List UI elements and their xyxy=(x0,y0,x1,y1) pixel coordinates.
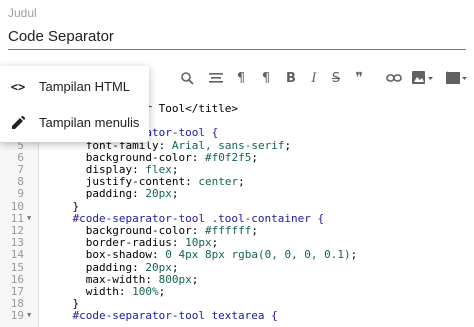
image-icon[interactable] xyxy=(410,68,436,88)
line-number: 8 xyxy=(17,175,24,189)
fold-toggle-icon[interactable]: ▼ xyxy=(27,212,31,225)
strikethrough-icon[interactable]: S xyxy=(325,68,347,88)
code-line: 15 padding: 20px; xyxy=(0,261,474,274)
fold-toggle-icon[interactable]: ▼ xyxy=(27,309,31,322)
line-number: 15 xyxy=(10,260,24,274)
line-number: 13 xyxy=(10,236,24,250)
bold-icon[interactable]: B xyxy=(280,68,302,88)
code-line: 7 display: flex; xyxy=(0,163,474,176)
code-icon: <> xyxy=(10,80,26,94)
code-text: background-color: #f0f2f5; xyxy=(85,150,258,164)
paragraph-icon[interactable]: ¶ xyxy=(230,68,252,88)
code-line: 14 box-shadow: 0 4px 8px rgba(0, 0, 0, 0… xyxy=(0,248,474,261)
code-text: width: 100%; xyxy=(85,285,166,298)
code-text: #code-separator-tool .tool-container { xyxy=(46,211,325,225)
line-number: 11 xyxy=(10,211,24,225)
align-icon[interactable] xyxy=(205,68,227,88)
code-text: } xyxy=(46,199,80,213)
code-line: 11 ▼ #code-separator-tool .tool-container… xyxy=(0,212,474,225)
menu-item-compose-view[interactable]: Tampilan menulis xyxy=(0,106,149,140)
menu-item-label: Tampilan menulis xyxy=(39,115,140,130)
code-line: 17 width: 100%; xyxy=(0,285,474,298)
title-field[interactable]: Judul Code Separator xyxy=(0,0,474,56)
quote-icon[interactable]: ❞ xyxy=(348,68,370,88)
line-number: 17 xyxy=(10,285,24,298)
code-line: 6 background-color: #f0f2f5; xyxy=(0,151,474,164)
line-number: 6 xyxy=(17,150,24,164)
title-label: Judul xyxy=(8,6,37,20)
code-text: #code-separator-tool textarea { xyxy=(46,309,278,323)
line-number: 14 xyxy=(10,248,24,262)
line-number: 9 xyxy=(17,187,24,201)
paragraph-rtl-icon[interactable]: ¶ xyxy=(255,68,277,88)
title-input[interactable]: Code Separator xyxy=(8,28,114,45)
code-line: 13 border-radius: 10px; xyxy=(0,236,474,249)
line-number: 7 xyxy=(17,163,24,176)
line-number: 18 xyxy=(10,297,24,311)
view-mode-menu: <> Tampilan HTML Tampilan menulis xyxy=(0,66,149,142)
code-line: 8 justify-content: center; xyxy=(0,175,474,188)
code-text: background-color: #ffffff; xyxy=(85,224,258,237)
pencil-icon xyxy=(9,114,27,132)
code-text: } xyxy=(46,297,80,311)
code-line: 12 background-color: #ffffff; xyxy=(0,224,474,237)
link-icon[interactable] xyxy=(383,68,405,88)
italic-icon[interactable]: I xyxy=(303,68,325,88)
search-icon[interactable] xyxy=(176,68,198,88)
code-text: max-width: 800px; xyxy=(85,272,199,286)
line-number: 16 xyxy=(10,272,24,286)
line-number: 10 xyxy=(10,199,24,213)
code-text: box-shadow: 0 4px 8px rgba(0, 0, 0, 0.1)… xyxy=(85,248,358,262)
menu-item-label: Tampilan HTML xyxy=(39,79,131,94)
title-underline xyxy=(8,49,466,50)
video-icon[interactable] xyxy=(444,68,470,88)
code-line: 10 } xyxy=(0,200,474,213)
code-text: padding: 20px; xyxy=(85,187,179,201)
line-number: 19 xyxy=(10,309,24,323)
code-line: 16 max-width: 800px; xyxy=(0,273,474,286)
code-line: 19 ▼ #code-separator-tool textarea { xyxy=(0,309,474,322)
line-number: 12 xyxy=(10,224,24,237)
menu-item-html-view[interactable]: <> Tampilan HTML xyxy=(0,70,149,104)
code-text: display: flex; xyxy=(85,163,179,176)
code-text: justify-content: center; xyxy=(85,175,245,189)
code-line: 18 } xyxy=(0,297,474,310)
code-text: padding: 20px; xyxy=(85,260,179,274)
code-line: 9 padding: 20px; xyxy=(0,187,474,200)
code-text: border-radius: 10px; xyxy=(85,236,219,250)
